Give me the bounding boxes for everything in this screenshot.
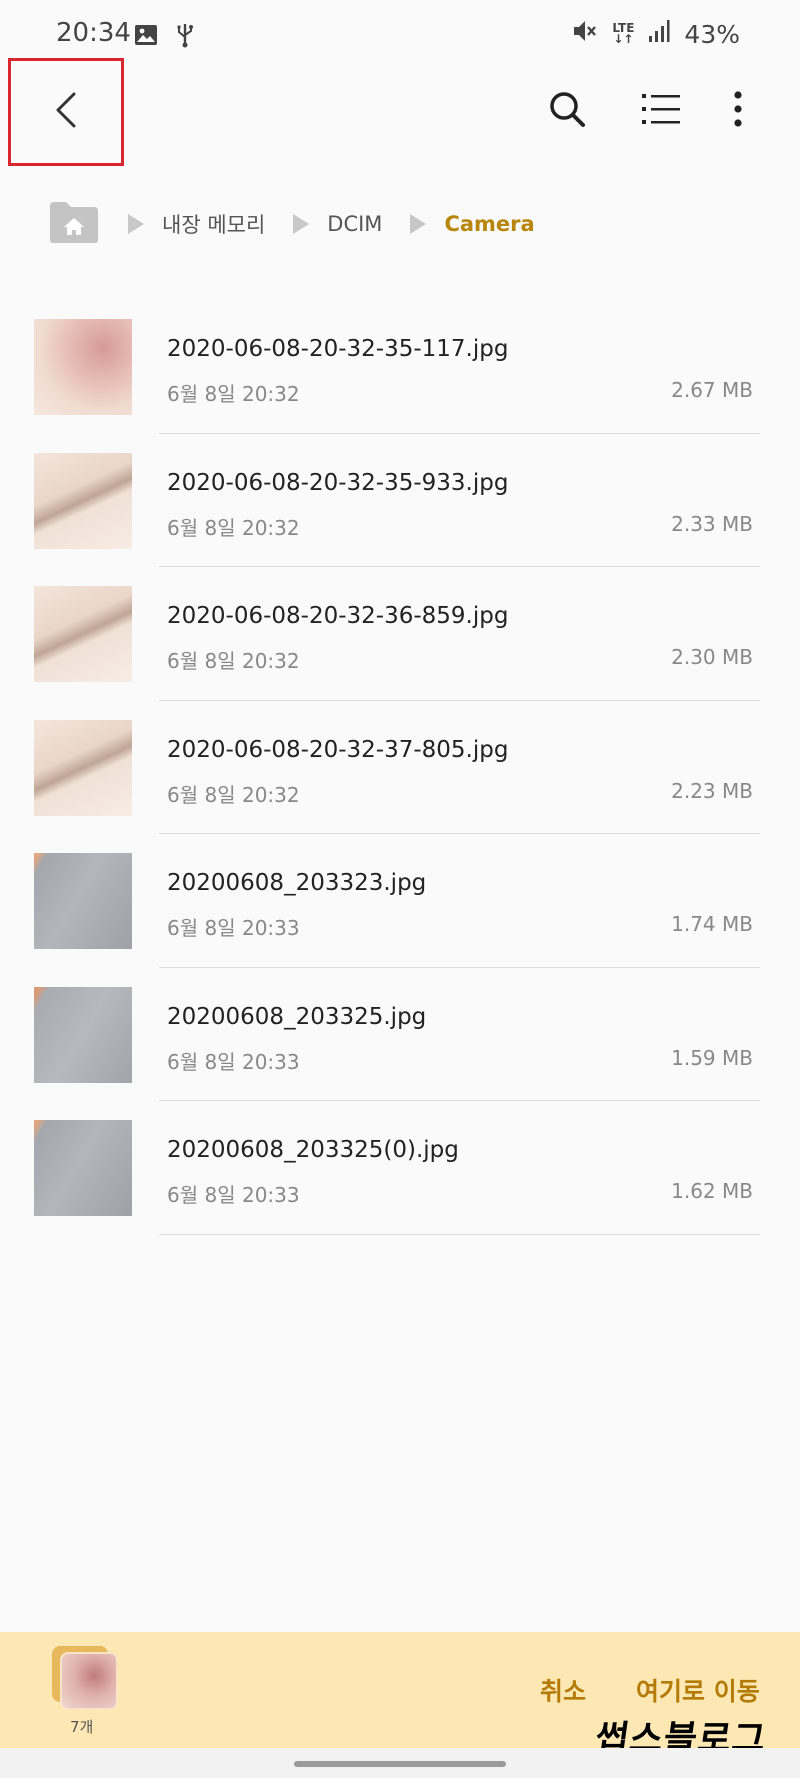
mute-icon	[572, 18, 598, 50]
file-name: 20200608_203325(0).jpg	[167, 1137, 459, 1163]
file-size: 1.62 MB	[671, 1179, 753, 1203]
home-folder-icon	[48, 200, 100, 249]
file-size: 2.33 MB	[671, 511, 753, 536]
file-name: 2020-06-08-20-32-35-117.jpg	[167, 336, 509, 362]
back-button[interactable]	[8, 58, 124, 166]
move-here-button[interactable]: 여기로 이동	[636, 1672, 760, 1708]
file-date: 6월 8일 20:33	[167, 916, 300, 940]
file-size: 2.67 MB	[671, 378, 753, 402]
breadcrumb-separator	[410, 214, 427, 234]
breadcrumb-separator	[128, 214, 144, 234]
app-bar	[0, 56, 800, 168]
file-size: 2.30 MB	[671, 645, 753, 669]
network-type: LTE	[612, 21, 635, 35]
breadcrumb-home[interactable]	[48, 200, 100, 249]
list-view-button[interactable]	[636, 86, 686, 136]
selected-items-thumbnail[interactable]	[60, 1652, 118, 1710]
signal-icon	[648, 19, 670, 49]
cancel-button[interactable]: 취소	[540, 1672, 586, 1708]
status-left-icons	[134, 22, 194, 52]
file-row[interactable]: 20200608_203325(0).jpg 6월 8일 20:33 1.62 …	[0, 1101, 800, 1235]
file-date: 6월 8일 20:32	[167, 782, 300, 807]
file-list: 2020-06-08-20-32-35-117.jpg 6월 8일 20:32 …	[0, 300, 800, 1235]
file-name: 20200608_203325.jpg	[167, 1003, 427, 1030]
file-date: 6월 8일 20:33	[167, 1049, 300, 1074]
file-date: 6월 8일 20:32	[167, 515, 300, 540]
file-thumbnail	[34, 719, 132, 816]
selected-count: 7개	[70, 1718, 94, 1736]
file-date: 6월 8일 20:32	[167, 649, 300, 673]
file-thumbnail	[34, 586, 132, 682]
file-date: 6월 8일 20:33	[167, 1183, 300, 1207]
file-row[interactable]: 20200608_203323.jpg 6월 8일 20:33 1.74 MB	[0, 834, 800, 968]
file-thumbnail	[34, 853, 132, 949]
file-date: 6월 8일 20:32	[167, 382, 300, 406]
bottom-action-bar: 7개 취소 여기로 이동 썹스블로그	[0, 1632, 800, 1760]
file-manager-screen: 20:34 LTE ↓↑ 43% 내장 메모리 DCIM Camera 2020…	[0, 0, 800, 1778]
file-name: 2020-06-08-20-32-36-859.jpg	[167, 603, 509, 629]
breadcrumb: 내장 메모리 DCIM Camera	[48, 200, 535, 248]
file-thumbnail	[34, 452, 132, 549]
more-vert-icon	[733, 91, 743, 131]
file-row[interactable]: 20200608_203325.jpg 6월 8일 20:33 1.59 MB	[0, 968, 800, 1101]
gesture-handle[interactable]	[294, 1761, 506, 1767]
file-row[interactable]: 2020-06-08-20-32-37-805.jpg 6월 8일 20:32 …	[0, 701, 800, 834]
file-row[interactable]: 2020-06-08-20-32-36-859.jpg 6월 8일 20:32 …	[0, 567, 800, 701]
usb-icon	[176, 22, 194, 52]
breadcrumb-internal-storage[interactable]: 내장 메모리	[162, 209, 265, 239]
chevron-left-icon	[52, 90, 80, 134]
search-icon	[547, 89, 587, 133]
status-right: LTE ↓↑ 43%	[572, 18, 740, 50]
file-thumbnail	[34, 319, 132, 415]
file-name: 2020-06-08-20-32-35-933.jpg	[167, 469, 509, 496]
breadcrumb-camera[interactable]: Camera	[444, 212, 534, 236]
file-size: 1.74 MB	[671, 912, 753, 936]
breadcrumb-separator	[293, 214, 310, 234]
search-button[interactable]	[542, 86, 592, 136]
file-size: 2.23 MB	[671, 778, 753, 803]
list-view-icon	[641, 91, 681, 131]
row-divider	[159, 1233, 760, 1235]
navigation-bar	[0, 1748, 800, 1778]
file-name: 20200608_203323.jpg	[167, 870, 427, 896]
file-row[interactable]: 2020-06-08-20-32-35-117.jpg 6월 8일 20:32 …	[0, 300, 800, 434]
image-icon	[134, 24, 158, 50]
file-name: 2020-06-08-20-32-37-805.jpg	[167, 736, 509, 763]
battery-level: 43%	[684, 19, 740, 49]
lte-icon: LTE ↓↑	[612, 21, 635, 46]
file-size: 1.59 MB	[671, 1045, 753, 1070]
file-thumbnail	[34, 986, 132, 1083]
more-options-button[interactable]	[713, 86, 763, 136]
file-thumbnail	[34, 1120, 132, 1216]
file-row[interactable]: 2020-06-08-20-32-35-933.jpg 6월 8일 20:32 …	[0, 434, 800, 567]
breadcrumb-dcim[interactable]: DCIM	[327, 212, 382, 236]
status-time: 20:34	[56, 18, 131, 48]
